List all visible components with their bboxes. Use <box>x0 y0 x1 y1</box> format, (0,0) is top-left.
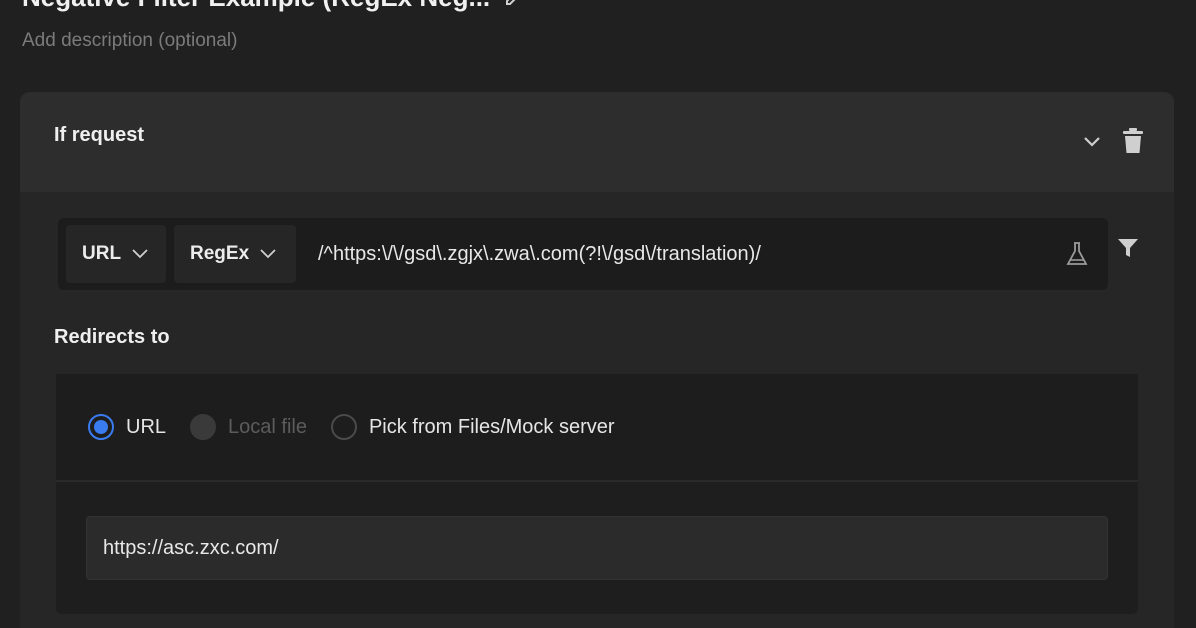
rule-title-text[interactable]: Negative Filter Example (RegEx Neg... <box>22 0 490 13</box>
trash-icon[interactable] <box>1122 128 1144 154</box>
rule-title: Negative Filter Example (RegEx Neg... <box>22 0 522 13</box>
condition-row: URL RegEx /^https:\/\/gsd\.zgjx\.zwa\.co… <box>58 218 1108 290</box>
operator-dropdown[interactable]: RegEx <box>174 225 296 283</box>
rule-description-input[interactable]: Add description (optional) <box>22 30 237 52</box>
card-body: URL RegEx /^https:\/\/gsd\.zgjx\.zwa\.co… <box>20 192 1174 628</box>
radio-option-url[interactable]: URL <box>88 414 166 440</box>
card-header-actions <box>1082 128 1144 154</box>
redirect-type-options: URL Local file Pick from Files/Mock serv… <box>56 374 1138 482</box>
condition-value-input[interactable]: /^https:\/\/gsd\.zgjx\.zwa\.com(?!\/gsd\… <box>318 243 1066 266</box>
radio-option-local-file: Local file <box>190 414 307 440</box>
redirect-panel: URL Local file Pick from Files/Mock serv… <box>56 374 1138 614</box>
if-request-label: If request <box>54 124 145 146</box>
rule-pair-card: If request URL RegEx /^https:\/\/gsd\.zg… <box>20 92 1174 628</box>
radio-button <box>190 414 217 440</box>
chevron-down-icon <box>131 243 149 265</box>
rule-editor-page: Negative Filter Example (RegEx Neg... Ad… <box>0 0 1196 628</box>
radio-button[interactable] <box>330 414 357 440</box>
radio-label: URL <box>126 415 167 438</box>
redirect-url-input[interactable] <box>86 516 1108 580</box>
filter-icon[interactable] <box>1116 236 1140 260</box>
chevron-down-icon <box>259 243 277 265</box>
pencil-icon[interactable] <box>504 0 522 7</box>
chevron-down-icon[interactable] <box>1082 134 1102 148</box>
radio-option-mock-server[interactable]: Pick from Files/Mock server <box>330 414 615 440</box>
source-field-label: URL <box>82 243 122 264</box>
flask-icon[interactable] <box>1066 241 1088 267</box>
source-field-dropdown[interactable]: URL <box>66 225 166 283</box>
card-header: If request <box>20 92 1174 192</box>
radio-label: Local file <box>228 415 307 438</box>
radio-button[interactable] <box>88 414 114 440</box>
radio-label: Pick from Files/Mock server <box>368 415 615 438</box>
redirects-to-label: Redirects to <box>54 326 170 348</box>
operator-label: RegEx <box>190 243 250 264</box>
